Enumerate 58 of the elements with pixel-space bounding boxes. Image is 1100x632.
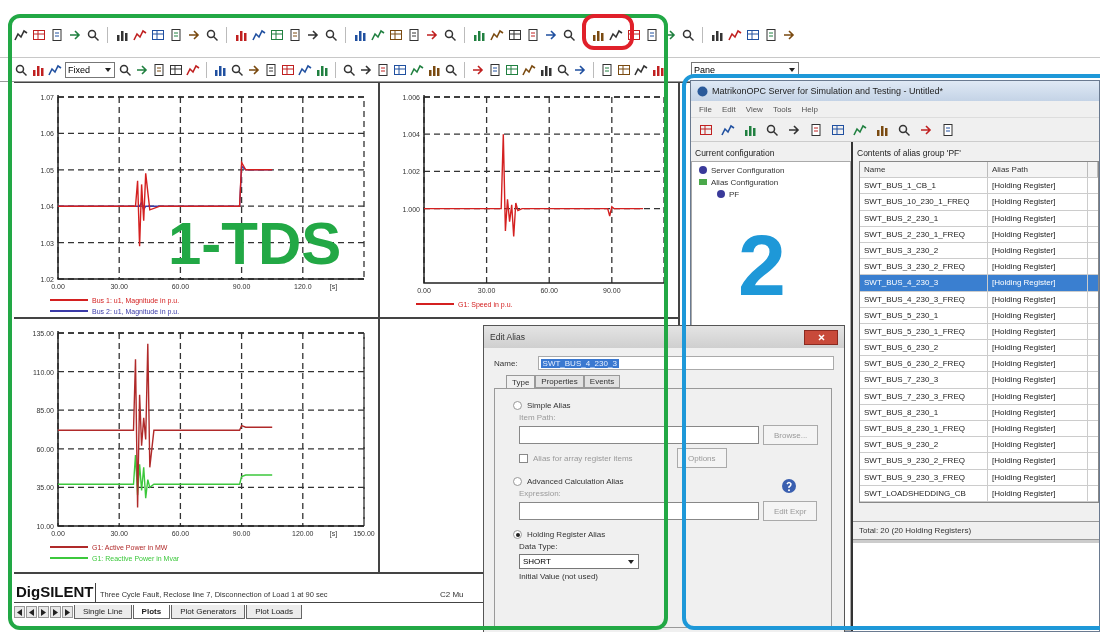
table-cell: SWT_BUS_4_230_3 xyxy=(860,275,988,291)
table-cell: SWT_BUS_2_230_1_FREQ xyxy=(860,226,988,242)
table-cell: [Holding Register] xyxy=(988,242,1088,259)
table-cell: SWT_BUS_5_230_1_FREQ xyxy=(860,323,988,340)
table-cell: [Holding Register] xyxy=(988,437,1088,453)
table-cell: SWT_LOADSHEDDING_CB xyxy=(860,485,988,501)
table-cell: [Holding Register] xyxy=(988,340,1088,356)
table-cell: SWT_BUS_7_230_3_FREQ xyxy=(860,388,988,404)
table-cell: SWT_BUS_3_230_2_FREQ xyxy=(860,259,988,275)
table-cell: [Holding Register] xyxy=(988,259,1088,275)
table-cell: SWT_BUS_6_230_2 xyxy=(860,340,988,356)
field-note: Initial Value (not used) xyxy=(519,572,598,581)
table-cell: [Holding Register] xyxy=(988,388,1088,404)
table-cell: [Holding Register] xyxy=(988,356,1088,372)
radio-label: Advanced Calculation Alias xyxy=(527,477,624,486)
annotation-label: 2 xyxy=(738,222,786,308)
checkbox-label: Alias for array register items xyxy=(533,453,633,463)
table-cell: SWT_BUS_6_230_2_FREQ xyxy=(860,356,988,372)
field-label: Name: xyxy=(494,358,518,368)
table-cell: SWT_BUS_8_230_1 xyxy=(860,404,988,420)
annotation-label: 1-TDS xyxy=(168,214,342,274)
table-cell: SWT_BUS_9_230_2 xyxy=(860,437,988,453)
plot-code: C2 Mu xyxy=(440,590,465,601)
table-cell: SWT_BUS_3_230_2 xyxy=(860,242,988,259)
table-cell: [Holding Register] xyxy=(988,307,1088,323)
table-cell: [Holding Register] xyxy=(988,210,1088,226)
table-cell: [Holding Register] xyxy=(988,323,1088,340)
table-cell: [Holding Register] xyxy=(988,226,1088,242)
table-cell: SWT_BUS_4_230_3_FREQ xyxy=(860,291,988,307)
table-cell: SWT_BUS_5_230_1 xyxy=(860,307,988,323)
table-cell: [Holding Register] xyxy=(988,485,1088,501)
table-cell: [Holding Register] xyxy=(988,178,1088,194)
table-cell: [Holding Register] xyxy=(988,421,1088,437)
pane-heading: Contents of alias group 'PF' xyxy=(856,147,962,160)
table-cell: SWT_BUS_9_230_3_FREQ xyxy=(860,469,988,485)
table-cell: [Holding Register] xyxy=(988,372,1088,388)
window-title: MatrikonOPC Server for Simulation and Testing - Untitled* xyxy=(712,86,943,96)
pane-heading: Current configuration xyxy=(694,147,776,160)
table-cell: [Holding Register] xyxy=(988,453,1088,469)
field-label: Item Path: xyxy=(519,413,556,422)
logo-text: DigSILENT xyxy=(14,583,96,602)
table-cell: SWT_BUS_7_230_3 xyxy=(860,372,988,388)
table-cell: SWT_BUS_10_230_1_FREQ xyxy=(860,194,988,210)
table-cell: SWT_BUS_8_230_1_FREQ xyxy=(860,421,988,437)
table-cell: [Holding Register] xyxy=(988,469,1088,485)
table-cell: [Holding Register] xyxy=(988,404,1088,420)
table-cell: SWT_BUS_9_230_2_FREQ xyxy=(860,453,988,469)
dialog-title: Edit Alias xyxy=(490,332,525,342)
field-label: Expression: xyxy=(519,489,561,498)
status-text: Total: 20 (20 Holding Registers) xyxy=(853,520,1099,540)
radio-label: Holding Register Alias xyxy=(527,530,606,539)
table-cell: SWT_BUS_1_CB_1 xyxy=(860,178,988,194)
table-cell: [Holding Register] xyxy=(988,194,1088,210)
radio-label: Simple Alias xyxy=(527,401,571,410)
table-cell: [Holding Register] xyxy=(988,291,1088,307)
field-label: Data Type: xyxy=(519,542,558,551)
table-cell: [Holding Register] xyxy=(988,275,1088,291)
table-cell: SWT_BUS_2_230_1 xyxy=(860,210,988,226)
